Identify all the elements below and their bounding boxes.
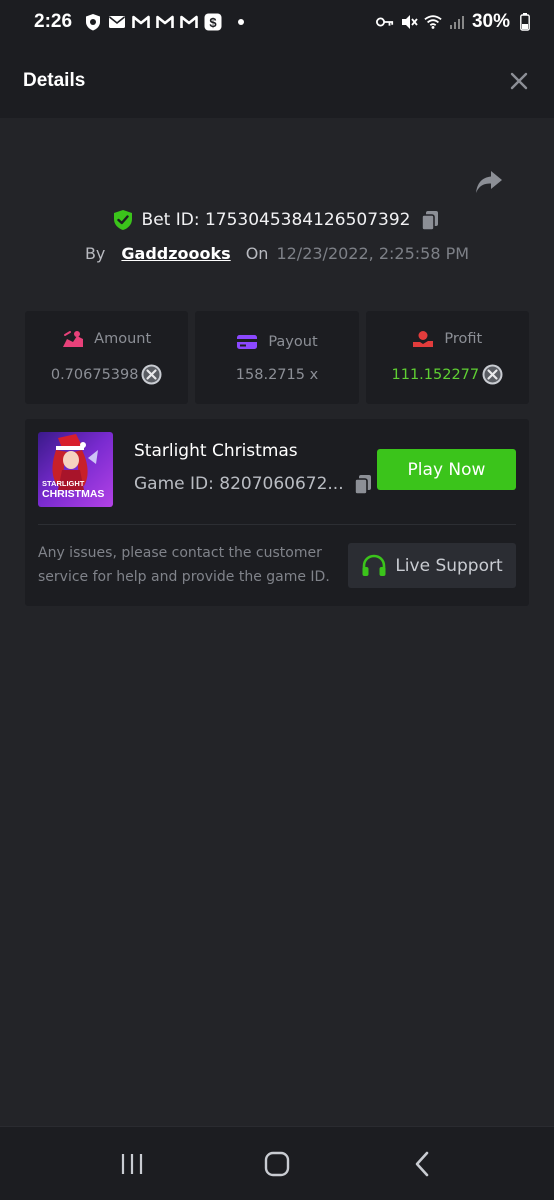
stat-amount: Amount 0.70675398: [25, 311, 189, 404]
copy-icon[interactable]: [352, 473, 374, 495]
svg-text:$: $: [209, 15, 217, 30]
divider: [38, 524, 516, 525]
game-card: STARLIGHT CHRISTMAS Starlight Christmas …: [25, 419, 529, 606]
status-bar: 2:26 $ 30%: [0, 0, 554, 44]
thumbnail-title-top: STARLIGHT: [42, 479, 85, 488]
stat-value: 111.152277: [391, 366, 480, 383]
stat-value: 0.70675398: [50, 366, 139, 383]
bet-stats: Amount 0.70675398 Payout 158.2715 x Prof…: [25, 311, 529, 404]
stat-label: Profit: [444, 331, 483, 347]
live-support-label: Live Support: [395, 555, 503, 576]
stat-label: Payout: [268, 333, 318, 350]
play-now-button[interactable]: Play Now: [377, 449, 516, 490]
share-icon: [476, 171, 502, 193]
stat-payout: Payout 158.2715 x: [195, 311, 359, 404]
header: Details: [0, 44, 554, 118]
verified-shield-icon: [113, 210, 132, 230]
copy-icon[interactable]: [419, 209, 441, 231]
profit-icon: [413, 331, 434, 347]
bet-author-row: By Gaddzoooks On 12/23/2022, 2:25:58 PM: [0, 238, 554, 268]
by-label: By: [84, 243, 106, 263]
game-name: Starlight Christmas: [134, 441, 298, 461]
share-button[interactable]: [474, 168, 504, 196]
game-thumbnail[interactable]: STARLIGHT CHRISTMAS: [38, 432, 113, 507]
card-icon: [237, 334, 258, 349]
stat-value: 158.2715 x: [235, 366, 319, 383]
on-label: On: [245, 243, 269, 263]
coin-icon: [482, 364, 503, 385]
battery-percent: 30%: [471, 11, 510, 32]
stat-profit: Profit 111.152277: [365, 311, 529, 404]
bet-id-row: Bet ID: 1753045384126507392: [0, 206, 554, 234]
support-note: Any issues, please contact the customer …: [38, 545, 330, 585]
coin-icon: [141, 364, 162, 385]
thumbnail-title-bottom: CHRISTMAS: [42, 488, 105, 500]
battery-icon: [516, 13, 534, 31]
recent-apps-button[interactable]: [112, 1144, 152, 1184]
home-button[interactable]: [257, 1144, 297, 1184]
game-id-row: Game ID: 8207060672...: [134, 473, 374, 495]
cash-app-icon: $: [204, 13, 222, 31]
username-link[interactable]: Gaddzoooks: [121, 244, 230, 263]
signal-icon: [448, 13, 466, 31]
mail-icon: [108, 13, 126, 31]
gmail-icon: [156, 13, 174, 31]
amount-icon: [63, 331, 84, 347]
gmail-icon: [180, 13, 198, 31]
key-icon: [375, 13, 394, 31]
close-button[interactable]: [506, 68, 532, 94]
system-nav-bar: [0, 1126, 554, 1200]
notification-dot: [238, 19, 245, 25]
mute-icon: [400, 13, 418, 31]
bet-id: Bet ID: 1753045384126507392: [141, 210, 411, 230]
home-icon: [264, 1151, 290, 1176]
back-button[interactable]: [402, 1144, 442, 1184]
status-time: 2:26: [34, 11, 73, 32]
status-left: 2:26 $: [34, 11, 245, 33]
close-icon: [510, 72, 528, 90]
gmail-icon: [132, 13, 150, 31]
game-id: Game ID: 8207060672...: [134, 474, 344, 494]
recent-apps-icon: [122, 1153, 143, 1174]
shield-icon: [84, 13, 102, 31]
back-icon: [415, 1151, 428, 1176]
stat-label: Amount: [94, 331, 152, 347]
wifi-icon: [424, 13, 442, 31]
live-support-button[interactable]: Live Support: [348, 543, 516, 588]
status-right: 30%: [375, 11, 534, 33]
headset-icon: [362, 554, 386, 576]
bet-date: 12/23/2022, 2:25:58 PM: [276, 243, 470, 263]
page-title: Details: [23, 70, 86, 91]
